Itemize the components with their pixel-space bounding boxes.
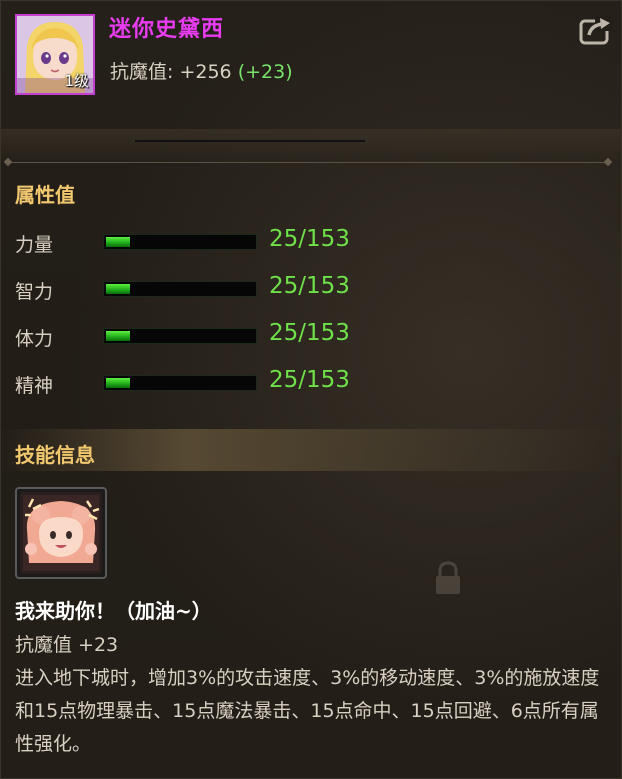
- stat-label-spirit: 精神: [15, 375, 54, 397]
- resist-bonus: (+23): [237, 61, 293, 83]
- pet-avatar: 1级: [15, 14, 95, 95]
- pet-name: 迷你史黛西: [109, 17, 225, 42]
- skill-section-title: 技能信息: [15, 443, 95, 467]
- attributes-title: 属性值: [15, 183, 75, 207]
- pet-resist-line: 抗魔值: +256 (+23): [110, 57, 293, 84]
- stat-label-vitality: 体力: [15, 328, 54, 350]
- cheer-skill-icon[interactable]: [15, 487, 107, 579]
- header-tab-marker: [135, 140, 365, 142]
- skill-description: 进入地下城时，增加3%的攻击速度、3%的移动速度、3%的施放速度和15点物理暴击…: [15, 667, 600, 755]
- stat-bar-fill: [106, 237, 130, 247]
- stat-bar-strength: [103, 234, 257, 250]
- share-button[interactable]: [579, 15, 613, 45]
- pet-tooltip-panel: 1级 迷你史黛西 抗魔值: +256 (+23) 属性值 力量 25/153 智…: [0, 0, 622, 779]
- resist-label: 抗魔值:: [110, 61, 180, 83]
- header-divider: [7, 162, 609, 163]
- stat-value-spirit: 25/153: [269, 367, 350, 393]
- stat-bar-intelligence: [103, 281, 257, 297]
- stat-value-vitality: 25/153: [269, 320, 350, 346]
- stat-bar-vitality: [103, 328, 257, 344]
- stat-bar-spirit: [103, 375, 257, 391]
- background-lock-icon: [433, 561, 463, 595]
- stat-bar-fill: [106, 378, 130, 388]
- resist-value: +256: [179, 61, 232, 83]
- share-icon: [579, 15, 613, 45]
- stat-bar-fill: [106, 284, 130, 294]
- stat-value-intelligence: 25/153: [269, 273, 350, 299]
- skill-name: 我来助你！（加油~）: [15, 599, 212, 623]
- stat-value-strength: 25/153: [269, 226, 350, 252]
- header-strip: [1, 129, 621, 163]
- pet-level-badge: 1级: [64, 72, 89, 90]
- skill-resist-line: 抗魔值 +23: [15, 634, 119, 656]
- stat-bar-fill: [106, 331, 130, 341]
- stat-label-strength: 力量: [15, 234, 54, 256]
- stat-label-intelligence: 智力: [15, 281, 54, 303]
